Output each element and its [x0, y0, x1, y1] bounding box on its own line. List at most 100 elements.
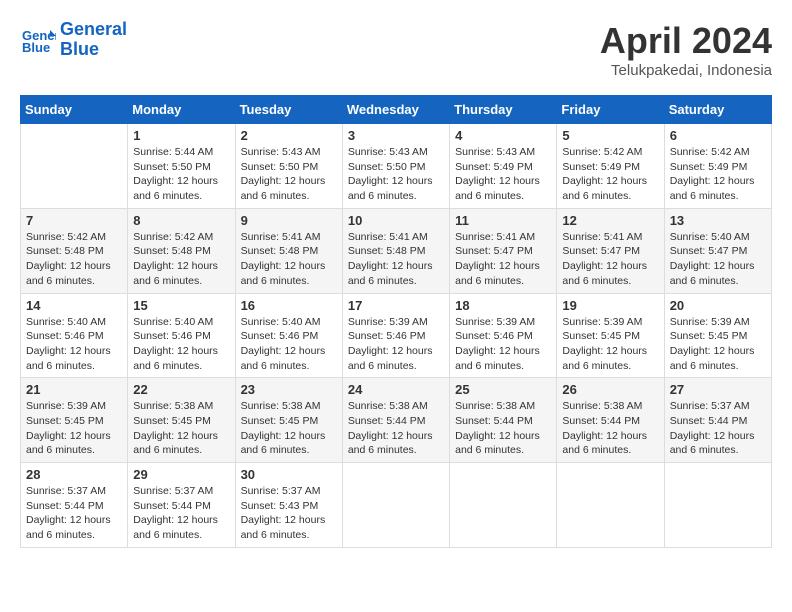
day-info: Sunrise: 5:42 AM Sunset: 5:48 PM Dayligh…	[133, 230, 229, 289]
day-info: Sunrise: 5:39 AM Sunset: 5:46 PM Dayligh…	[348, 315, 444, 374]
day-info: Sunrise: 5:38 AM Sunset: 5:44 PM Dayligh…	[348, 399, 444, 458]
calendar-cell: 4 Sunrise: 5:43 AM Sunset: 5:49 PM Daylig…	[450, 124, 557, 209]
calendar-cell: 22 Sunrise: 5:38 AM Sunset: 5:45 PM Dayli…	[128, 378, 235, 463]
day-info: Sunrise: 5:37 AM Sunset: 5:43 PM Dayligh…	[241, 484, 337, 543]
day-number: 19	[562, 298, 658, 313]
day-info: Sunrise: 5:39 AM Sunset: 5:46 PM Dayligh…	[455, 315, 551, 374]
day-info: Sunrise: 5:41 AM Sunset: 5:48 PM Dayligh…	[348, 230, 444, 289]
day-number: 28	[26, 467, 122, 482]
day-number: 24	[348, 382, 444, 397]
day-number: 14	[26, 298, 122, 313]
calendar-cell: 30 Sunrise: 5:37 AM Sunset: 5:43 PM Dayli…	[235, 463, 342, 548]
day-info: Sunrise: 5:43 AM Sunset: 5:50 PM Dayligh…	[348, 145, 444, 204]
day-number: 23	[241, 382, 337, 397]
calendar-cell: 1Sunrise: 5:44 AM Sunset: 5:50 PM Daylig…	[128, 124, 235, 209]
calendar-cell: 23 Sunrise: 5:38 AM Sunset: 5:45 PM Dayli…	[235, 378, 342, 463]
day-info: Sunrise: 5:40 AM Sunset: 5:46 PM Dayligh…	[241, 315, 337, 374]
calendar-cell: 26Sunrise: 5:38 AM Sunset: 5:44 PM Dayli…	[557, 378, 664, 463]
day-number: 30	[241, 467, 337, 482]
day-number: 18	[455, 298, 551, 313]
calendar-cell: 12 Sunrise: 5:41 AM Sunset: 5:47 PM Dayli…	[557, 208, 664, 293]
day-number: 25	[455, 382, 551, 397]
calendar-cell: 16 Sunrise: 5:40 AM Sunset: 5:46 PM Dayli…	[235, 293, 342, 378]
day-info: Sunrise: 5:41 AM Sunset: 5:48 PM Dayligh…	[241, 230, 337, 289]
calendar-cell: 7Sunrise: 5:42 AM Sunset: 5:48 PM Daylig…	[21, 208, 128, 293]
week-row-1: 1Sunrise: 5:44 AM Sunset: 5:50 PM Daylig…	[21, 124, 772, 209]
day-info: Sunrise: 5:41 AM Sunset: 5:47 PM Dayligh…	[562, 230, 658, 289]
day-number: 16	[241, 298, 337, 313]
weekday-header-saturday: Saturday	[664, 96, 771, 124]
calendar-table: SundayMondayTuesdayWednesdayThursdayFrid…	[20, 95, 772, 548]
day-info: Sunrise: 5:40 AM Sunset: 5:46 PM Dayligh…	[26, 315, 122, 374]
day-number: 21	[26, 382, 122, 397]
day-number: 15	[133, 298, 229, 313]
month-title: April 2024	[600, 20, 772, 62]
logo: General Blue GeneralBlue	[20, 20, 127, 60]
calendar-cell: 6Sunrise: 5:42 AM Sunset: 5:49 PM Daylig…	[664, 124, 771, 209]
calendar-cell	[557, 463, 664, 548]
week-row-4: 21Sunrise: 5:39 AM Sunset: 5:45 PM Dayli…	[21, 378, 772, 463]
day-info: Sunrise: 5:38 AM Sunset: 5:45 PM Dayligh…	[241, 399, 337, 458]
calendar-cell: 14 Sunrise: 5:40 AM Sunset: 5:46 PM Dayli…	[21, 293, 128, 378]
calendar-cell	[342, 463, 449, 548]
day-number: 22	[133, 382, 229, 397]
day-info: Sunrise: 5:40 AM Sunset: 5:46 PM Dayligh…	[133, 315, 229, 374]
weekday-header-thursday: Thursday	[450, 96, 557, 124]
day-number: 8	[133, 213, 229, 228]
day-info: Sunrise: 5:43 AM Sunset: 5:50 PM Dayligh…	[241, 145, 337, 204]
calendar-cell: 29Sunrise: 5:37 AM Sunset: 5:44 PM Dayli…	[128, 463, 235, 548]
day-info: Sunrise: 5:42 AM Sunset: 5:48 PM Dayligh…	[26, 230, 122, 289]
calendar-cell: 20 Sunrise: 5:39 AM Sunset: 5:45 PM Dayli…	[664, 293, 771, 378]
calendar-cell	[450, 463, 557, 548]
day-info: Sunrise: 5:43 AM Sunset: 5:49 PM Dayligh…	[455, 145, 551, 204]
day-info: Sunrise: 5:40 AM Sunset: 5:47 PM Dayligh…	[670, 230, 766, 289]
logo-icon: General Blue	[20, 22, 56, 58]
week-row-3: 14 Sunrise: 5:40 AM Sunset: 5:46 PM Dayli…	[21, 293, 772, 378]
day-info: Sunrise: 5:41 AM Sunset: 5:47 PM Dayligh…	[455, 230, 551, 289]
calendar-cell: 17Sunrise: 5:39 AM Sunset: 5:46 PM Dayli…	[342, 293, 449, 378]
day-info: Sunrise: 5:38 AM Sunset: 5:45 PM Dayligh…	[133, 399, 229, 458]
day-info: Sunrise: 5:39 AM Sunset: 5:45 PM Dayligh…	[562, 315, 658, 374]
calendar-cell: 9 Sunrise: 5:41 AM Sunset: 5:48 PM Daylig…	[235, 208, 342, 293]
calendar-cell: 8 Sunrise: 5:42 AM Sunset: 5:48 PM Daylig…	[128, 208, 235, 293]
day-number: 13	[670, 213, 766, 228]
day-info: Sunrise: 5:42 AM Sunset: 5:49 PM Dayligh…	[562, 145, 658, 204]
calendar-cell: 21Sunrise: 5:39 AM Sunset: 5:45 PM Dayli…	[21, 378, 128, 463]
calendar-cell: 3 Sunrise: 5:43 AM Sunset: 5:50 PM Daylig…	[342, 124, 449, 209]
week-row-2: 7Sunrise: 5:42 AM Sunset: 5:48 PM Daylig…	[21, 208, 772, 293]
calendar-cell: 10Sunrise: 5:41 AM Sunset: 5:48 PM Dayli…	[342, 208, 449, 293]
weekday-header-monday: Monday	[128, 96, 235, 124]
calendar-cell: 13 Sunrise: 5:40 AM Sunset: 5:47 PM Dayli…	[664, 208, 771, 293]
calendar-cell	[21, 124, 128, 209]
week-row-5: 28 Sunrise: 5:37 AM Sunset: 5:44 PM Dayli…	[21, 463, 772, 548]
weekday-header-tuesday: Tuesday	[235, 96, 342, 124]
day-number: 20	[670, 298, 766, 313]
calendar-cell: 19 Sunrise: 5:39 AM Sunset: 5:45 PM Dayli…	[557, 293, 664, 378]
calendar-cell: 5Sunrise: 5:42 AM Sunset: 5:49 PM Daylig…	[557, 124, 664, 209]
svg-text:Blue: Blue	[22, 40, 50, 55]
page-header: General Blue GeneralBlue April 2024 Telu…	[20, 20, 772, 79]
day-number: 2	[241, 128, 337, 143]
day-number: 3	[348, 128, 444, 143]
weekday-header-row: SundayMondayTuesdayWednesdayThursdayFrid…	[21, 96, 772, 124]
calendar-cell: 25 Sunrise: 5:38 AM Sunset: 5:44 PM Dayli…	[450, 378, 557, 463]
calendar-cell: 2 Sunrise: 5:43 AM Sunset: 5:50 PM Daylig…	[235, 124, 342, 209]
day-info: Sunrise: 5:37 AM Sunset: 5:44 PM Dayligh…	[26, 484, 122, 543]
weekday-header-friday: Friday	[557, 96, 664, 124]
calendar-cell: 28 Sunrise: 5:37 AM Sunset: 5:44 PM Dayli…	[21, 463, 128, 548]
day-info: Sunrise: 5:38 AM Sunset: 5:44 PM Dayligh…	[455, 399, 551, 458]
day-number: 12	[562, 213, 658, 228]
day-info: Sunrise: 5:37 AM Sunset: 5:44 PM Dayligh…	[670, 399, 766, 458]
location: Telukpakedai, Indonesia	[600, 62, 772, 79]
calendar-cell: 15 Sunrise: 5:40 AM Sunset: 5:46 PM Dayli…	[128, 293, 235, 378]
calendar-cell: 11 Sunrise: 5:41 AM Sunset: 5:47 PM Dayli…	[450, 208, 557, 293]
calendar-cell	[664, 463, 771, 548]
day-number: 11	[455, 213, 551, 228]
day-info: Sunrise: 5:37 AM Sunset: 5:44 PM Dayligh…	[133, 484, 229, 543]
day-info: Sunrise: 5:44 AM Sunset: 5:50 PM Dayligh…	[133, 145, 229, 204]
day-number: 4	[455, 128, 551, 143]
day-info: Sunrise: 5:38 AM Sunset: 5:44 PM Dayligh…	[562, 399, 658, 458]
day-number: 9	[241, 213, 337, 228]
weekday-header-sunday: Sunday	[21, 96, 128, 124]
day-info: Sunrise: 5:39 AM Sunset: 5:45 PM Dayligh…	[670, 315, 766, 374]
